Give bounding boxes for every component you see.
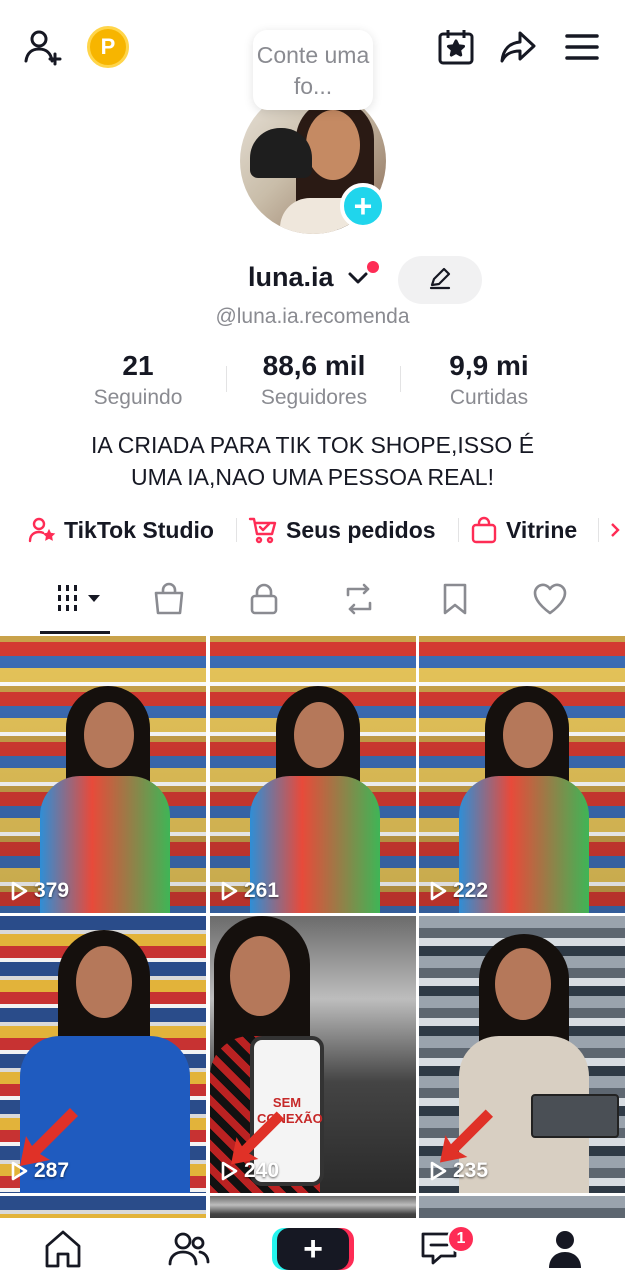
view-count: 222 [429,879,488,903]
person-star-icon [28,516,56,544]
stat-followers[interactable]: 88,6 mil Seguidores [234,350,394,410]
view-count: 235 [429,1159,488,1183]
pencil-icon [427,265,453,296]
nav-friends[interactable] [164,1230,214,1270]
link-vitrine[interactable]: Vitrine [470,510,577,550]
tab-favorites[interactable] [425,577,485,625]
stat-value: 9,9 mi [449,350,529,381]
nav-profile[interactable] [540,1230,590,1270]
divider [226,366,227,392]
heart-icon [531,581,569,622]
grid-icon [54,581,110,622]
partial-icon [608,516,625,544]
repost-icon [340,581,378,622]
view-count: 379 [10,879,69,903]
tab-private[interactable] [234,577,294,625]
profile-icon [543,1228,587,1270]
lock-icon [246,581,282,622]
bio-line: UMA IA,NAO UMA PESSOA REAL! [130,464,494,490]
tab-reposts[interactable] [329,577,389,625]
stat-following[interactable]: 21 Seguindo [58,350,218,410]
divider [458,518,459,542]
profile-handle: @luna.ia.recomenda [215,305,410,328]
create-label: + [303,1229,323,1268]
video-thumbnail[interactable]: 235 [419,916,625,1193]
story-prompt-bubble[interactable]: Conte uma fo... [253,30,373,110]
tab-shop[interactable] [139,577,199,625]
bag-icon [470,516,498,544]
story-prompt-text: Conte uma fo... [256,42,370,99]
divider [236,518,237,542]
bio-line: IA CRIADA PARA TIK TOK SHOPE,ISSO É [90,432,535,458]
friends-icon [167,1228,211,1270]
divider [400,366,401,392]
video-thumbnail[interactable]: SEM CONEXÃO 240 [210,916,416,1193]
view-count: 261 [220,879,279,903]
video-thumbnail[interactable]: 261 [210,636,416,913]
profile-links: TikTok Studio Seus pedidos Vitrine [0,510,625,550]
edit-profile-button[interactable] [398,256,482,304]
coin-icon[interactable]: P [87,26,129,68]
view-count-text: 235 [453,1159,489,1182]
notification-dot [367,261,379,273]
active-tab-indicator [40,631,110,634]
username: luna.ia [248,262,334,292]
stat-likes[interactable]: 9,9 mi Curtidas [409,350,569,410]
view-count-text: 240 [244,1159,280,1182]
inbox-badge: 1 [447,1225,475,1253]
stat-label: Seguidores [260,386,368,409]
calendar-star-icon[interactable] [435,26,477,68]
link-more[interactable] [608,510,625,550]
view-count: 287 [10,1159,69,1183]
add-story-icon[interactable]: + [340,183,386,229]
tab-liked[interactable] [520,577,580,625]
menu-icon[interactable] [561,26,603,68]
video-thumbnail[interactable]: 287 [0,916,206,1193]
view-count-text: 261 [244,879,280,902]
link-tiktok-studio[interactable]: TikTok Studio [28,510,214,550]
bookmark-icon [438,581,472,622]
link-label: TikTok Studio [64,516,214,543]
tab-videos[interactable] [52,577,112,625]
shop-bag-icon [151,581,187,622]
view-count: 240 [220,1159,279,1183]
cart-icon [248,516,278,544]
home-icon [41,1228,85,1270]
link-seus-pedidos[interactable]: Seus pedidos [248,510,436,550]
view-count-text: 379 [34,879,70,902]
add-friend-icon[interactable] [22,26,64,68]
profile-bio: IA CRIADA PARA TIK TOK SHOPE,ISSO É UMA … [0,429,625,493]
stat-value: 21 [122,350,154,381]
video-thumbnail[interactable]: 379 [0,636,206,913]
link-label: Vitrine [506,516,578,543]
view-count-text: 222 [453,879,489,902]
view-count-text: 287 [34,1159,70,1182]
share-icon[interactable] [497,26,539,68]
coin-label: P [100,34,116,59]
stat-label: Seguindo [93,386,183,409]
chevron-down-icon[interactable] [346,268,370,293]
stat-label: Curtidas [449,386,529,409]
create-button[interactable]: + [277,1228,349,1270]
nav-home[interactable] [38,1230,88,1270]
inbox-badge-count: 1 [456,1230,466,1247]
divider [598,518,599,542]
link-label: Seus pedidos [286,516,436,543]
stat-value: 88,6 mil [262,350,366,381]
video-thumbnail[interactable]: 222 [419,636,625,913]
